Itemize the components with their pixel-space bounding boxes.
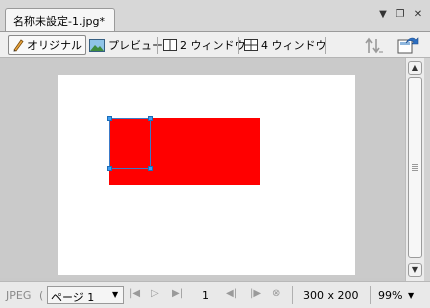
original-view-label: オリジナル (27, 39, 82, 52)
document-tab[interactable]: 名称未設定-1.jpg* (5, 8, 115, 32)
page-select-value: ページ 1 (51, 291, 95, 304)
close-window-icon[interactable]: ✕ (411, 9, 425, 20)
tab-menu-icon[interactable]: ▼ (376, 9, 390, 20)
arrow-down-icon: ▼ (411, 265, 419, 274)
scroll-down-button[interactable]: ▼ (408, 263, 422, 277)
two-window-view-label: 2 ウィンドウ (180, 39, 246, 52)
previous-frame-icon[interactable]: ◀| (226, 288, 237, 299)
loop-icon[interactable]: ⊗ (272, 288, 280, 299)
four-window-view-label: 4 ウィンドウ (261, 39, 327, 52)
selection-box[interactable] (109, 118, 151, 169)
grip-line (412, 164, 418, 165)
zoom-level[interactable]: 99% (378, 289, 402, 302)
image-size: 300 x 200 (303, 289, 359, 302)
vertical-scrollbar[interactable]: ▲ ▼ (405, 58, 424, 281)
zoom-dropdown-icon[interactable]: ▼ (408, 291, 414, 300)
document-tab-title: 名称未設定-1.jpg* (13, 15, 105, 28)
document-canvas[interactable] (58, 75, 355, 275)
status-bar: JPEG ( ページ 1 ▼ |◀ ▷ ▶| 1 ◀| |▶ ⊗ 300 x 2… (0, 281, 430, 308)
last-page-icon[interactable]: ▶| (172, 288, 183, 299)
selection-handle-bottom-left[interactable] (107, 166, 112, 171)
grip-line (412, 168, 418, 169)
optimize-icon[interactable] (364, 36, 384, 58)
page-number: 1 (202, 289, 209, 302)
canvas-area[interactable] (0, 58, 405, 278)
export-icon[interactable] (397, 35, 421, 58)
two-pane-icon (163, 39, 177, 51)
image-icon (89, 38, 105, 52)
file-format-label: JPEG (6, 289, 32, 302)
toolbar-divider (325, 37, 326, 54)
scroll-up-button[interactable]: ▲ (408, 61, 422, 75)
four-pane-icon (244, 39, 258, 51)
play-icon[interactable]: ▷ (151, 288, 159, 299)
next-frame-icon[interactable]: |▶ (250, 288, 261, 299)
toolbar-divider (157, 37, 158, 54)
preview-view-label: プレビュー (108, 39, 163, 52)
chevron-down-icon: ▼ (112, 290, 119, 299)
restore-window-icon[interactable]: ❐ (393, 9, 407, 20)
view-toolbar: オリジナル プレビュー 2 ウィンドウ 4 ウィンドウ (0, 31, 430, 58)
grip-line (412, 166, 418, 167)
page-select[interactable]: ページ 1 ▼ (47, 286, 124, 304)
status-divider (292, 286, 293, 304)
two-window-view-button[interactable]: 2 ウィンドウ (160, 35, 249, 55)
first-page-icon[interactable]: |◀ (129, 288, 140, 299)
selection-handle-top-right[interactable] (148, 116, 153, 121)
grip-line (412, 170, 418, 171)
format-paren-glyph: ( (39, 289, 44, 302)
pencil-icon (13, 39, 24, 52)
scrollbar-thumb[interactable] (408, 77, 422, 258)
preview-view-button[interactable]: プレビュー (86, 35, 166, 55)
selection-handle-top-left[interactable] (107, 116, 112, 121)
arrow-up-icon: ▲ (411, 63, 419, 72)
selection-handle-bottom-right[interactable] (148, 166, 153, 171)
toolbar-divider (238, 37, 239, 54)
four-window-view-button[interactable]: 4 ウィンドウ (241, 35, 330, 55)
document-tab-bar: 名称未設定-1.jpg* ▼ ❐ ✕ (0, 0, 430, 32)
status-divider (370, 286, 371, 304)
window-edge (424, 58, 430, 281)
original-view-button[interactable]: オリジナル (8, 35, 86, 55)
